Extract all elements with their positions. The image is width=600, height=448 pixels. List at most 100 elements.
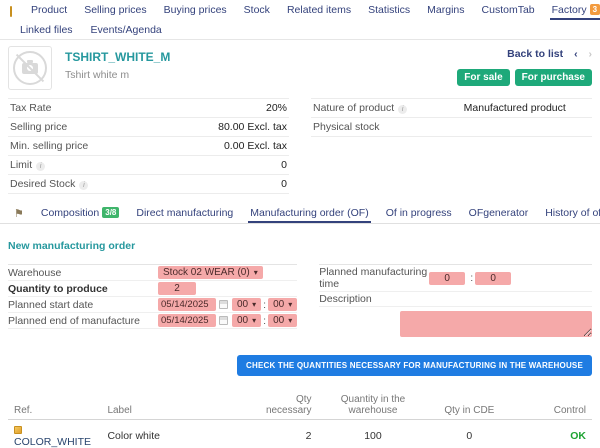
chevron-down-icon: ▾: [254, 268, 258, 277]
tab-ofgenerator[interactable]: OFgenerator: [467, 205, 531, 223]
warehouse-select[interactable]: Stock 02 WEAR (0) ▾: [158, 266, 263, 279]
nature-of-product-value: Manufactured product: [437, 99, 592, 118]
factory-count-badge: 3: [590, 4, 600, 15]
ref-header: Ref.: [8, 392, 101, 420]
warehouse-row: Warehouse Stock 02 WEAR (0) ▾: [8, 264, 297, 281]
product-cube-icon: [14, 426, 22, 434]
check-quantities-button[interactable]: CHECK THE QUANTITIES NECESSARY FOR MANUF…: [237, 355, 592, 376]
tab-margins[interactable]: Margins: [425, 2, 466, 20]
product-title-block: TSHIRT_WHITE_M Tshirt white m: [65, 46, 170, 81]
description-label: Description: [319, 293, 429, 305]
quantity-to-produce-label: Quantity to produce: [8, 283, 158, 295]
tax-rate-value: 20%: [157, 99, 289, 118]
tab-related-items[interactable]: Related items: [285, 2, 353, 20]
tab-factory[interactable]: Factory3: [550, 2, 600, 20]
chevron-down-icon: ▾: [252, 316, 256, 325]
tab-events-agenda[interactable]: Events/Agenda: [89, 22, 164, 40]
description-input-row: [319, 307, 592, 343]
previous-record-icon[interactable]: ‹: [574, 48, 578, 60]
tab-customtab[interactable]: CustomTab: [480, 2, 537, 20]
table-row: Min. selling price 0.00 Excl. tax: [8, 137, 289, 156]
limit-value: 0: [157, 156, 289, 175]
tab-composition[interactable]: Composition3/8: [39, 205, 122, 223]
tab-history-of-of[interactable]: History of of: [543, 205, 600, 223]
description-label-row: Description: [319, 292, 592, 307]
selling-price-label: Selling price: [8, 118, 157, 137]
tab-manufacturing-order[interactable]: Manufacturing order (OF): [248, 205, 370, 223]
label-header: Label: [101, 392, 247, 420]
start-date-input[interactable]: [158, 298, 216, 311]
warehouse-qty-header: Quantity in the warehouse: [318, 392, 429, 420]
product-subtitle: Tshirt white m: [65, 69, 170, 81]
time-separator: :: [470, 272, 473, 284]
tab-linked-files[interactable]: Linked files: [18, 22, 75, 40]
end-date-input[interactable]: [158, 314, 216, 327]
section-title: New manufacturing order: [0, 224, 600, 264]
warehouse-selected-value: Stock 02 WEAR (0): [163, 267, 250, 278]
planned-manufacturing-time-label: Planned manufacturing time: [319, 266, 429, 290]
components-header-row: Ref. Label Qty necessary Quantity in the…: [8, 392, 592, 420]
cde-qty-value: 0: [428, 420, 510, 448]
tab-factory-label: Factory: [552, 4, 587, 16]
component-label: Color white: [101, 420, 247, 448]
chevron-down-icon: ▾: [288, 316, 292, 325]
product-banner: TSHIRT_WHITE_M Tshirt white m Back to li…: [0, 40, 600, 94]
desired-stock-value: 0: [157, 175, 289, 194]
qty-necessary-value: 2: [247, 420, 317, 448]
nature-of-product-label: Nature of producti: [311, 99, 437, 118]
secondary-tabbar: Linked files Events/Agenda: [0, 20, 600, 40]
control-status: OK: [510, 420, 592, 448]
tax-rate-label: Tax Rate: [8, 99, 157, 118]
selling-price-value: 80.00 Excl. tax: [157, 118, 289, 137]
factory-tabbar: ⚑ Composition3/8 Direct manufacturing Ma…: [0, 194, 600, 224]
manufacturing-hours-input[interactable]: [429, 272, 465, 285]
table-row: Nature of producti Manufactured product: [311, 99, 592, 118]
tab-composition-label: Composition: [41, 207, 99, 219]
primary-tabbar: Product Selling prices Buying prices Sto…: [0, 0, 600, 20]
product-info-columns: Tax Rate 20% Selling price 80.00 Excl. t…: [0, 94, 600, 194]
tab-direct-manufacturing[interactable]: Direct manufacturing: [134, 205, 235, 223]
calendar-icon[interactable]: [219, 316, 228, 325]
end-hour-select[interactable]: 00 ▾: [232, 314, 261, 327]
quantity-row: Quantity to produce: [8, 281, 297, 297]
next-record-icon[interactable]: ›: [589, 48, 593, 60]
end-minute-select[interactable]: 00 ▾: [268, 314, 297, 327]
page-title: TSHIRT_WHITE_M: [65, 50, 170, 64]
warehouse-qty-value: 100: [318, 420, 429, 448]
tab-statistics[interactable]: Statistics: [366, 2, 412, 20]
form-right-column: Planned manufacturing time : Description: [319, 264, 592, 343]
composition-count-badge: 3/8: [102, 207, 119, 218]
factory-flag-icon: ⚑: [14, 207, 24, 220]
component-ref-link[interactable]: COLOR_WHITE: [14, 436, 91, 448]
calendar-icon[interactable]: [219, 300, 228, 309]
info-icon: i: [79, 181, 88, 190]
quantity-to-produce-input[interactable]: [158, 282, 196, 295]
info-table-left: Tax Rate 20% Selling price 80.00 Excl. t…: [8, 98, 289, 194]
back-to-list-link[interactable]: Back to list: [507, 48, 563, 60]
for-sale-badge: For sale: [457, 69, 509, 86]
description-textarea[interactable]: [400, 311, 592, 337]
planned-end-date-label: Planned end of manufacture: [8, 315, 158, 327]
end-date-row: Planned end of manufacture 00 ▾ : 00 ▾: [8, 313, 297, 329]
min-selling-price-value: 0.00 Excl. tax: [157, 137, 289, 156]
table-row: Physical stock: [311, 118, 592, 137]
tab-stock[interactable]: Stock: [242, 2, 272, 20]
tab-selling-prices[interactable]: Selling prices: [82, 2, 148, 20]
time-separator: :: [263, 299, 266, 311]
form-left-column: Warehouse Stock 02 WEAR (0) ▾ Quantity t…: [8, 264, 297, 329]
check-button-row: CHECK THE QUANTITIES NECESSARY FOR MANUF…: [0, 343, 600, 376]
product-cube-icon: [10, 6, 12, 17]
product-photo-placeholder: [8, 46, 52, 90]
tab-buying-prices[interactable]: Buying prices: [162, 2, 229, 20]
tab-of-in-progress[interactable]: Of in progress: [384, 205, 454, 223]
start-minute-select[interactable]: 00 ▾: [268, 298, 297, 311]
control-header: Control: [510, 392, 592, 420]
desired-stock-label: Desired Stocki: [8, 175, 157, 194]
tab-product[interactable]: Product: [29, 2, 69, 20]
info-icon: i: [36, 162, 45, 171]
start-date-row: Planned start date 00 ▾ : 00 ▾: [8, 297, 297, 313]
table-row: Desired Stocki 0: [8, 175, 289, 194]
manufacturing-minutes-input[interactable]: [475, 272, 511, 285]
start-hour-select[interactable]: 00 ▾: [232, 298, 261, 311]
no-photo-icon: [13, 51, 47, 85]
